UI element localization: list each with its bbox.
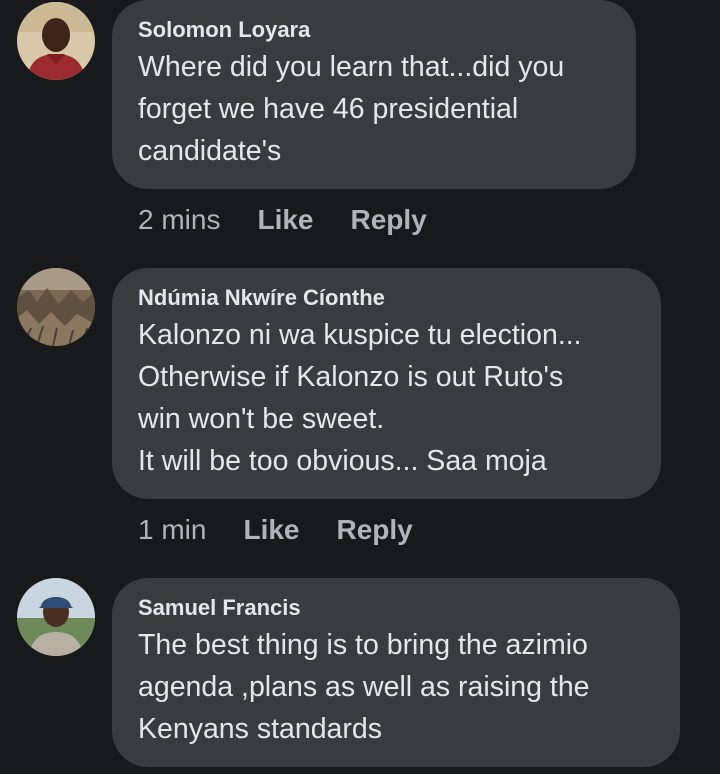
comment-bubble: Solomon Loyara Where did you learn that.…	[112, 0, 636, 189]
comment-bubble: Ndúmia Nkwíre Cíonthe Kalonzo ni wa kusp…	[112, 268, 661, 499]
user-photo-icon	[17, 268, 95, 346]
comment-text: Kalonzo ni wa kuspice tu election... Oth…	[138, 319, 582, 477]
comment-actions: 1 min Like Reply	[138, 514, 413, 546]
comment-bubble: Samuel Francis The best thing is to brin…	[112, 578, 680, 767]
comment-timestamp[interactable]: 2 mins	[138, 204, 220, 236]
reply-button[interactable]: Reply	[337, 514, 413, 546]
comment-author[interactable]: Samuel Francis	[138, 594, 654, 622]
avatar-ndumia-nkwire-cionthe[interactable]	[17, 268, 95, 346]
user-photo-icon	[17, 578, 95, 656]
comment-author[interactable]: Ndúmia Nkwíre Cíonthe	[138, 284, 635, 312]
like-button[interactable]: Like	[243, 514, 299, 546]
avatar-samuel-francis[interactable]	[17, 578, 95, 656]
like-button[interactable]: Like	[257, 204, 313, 236]
user-photo-icon	[17, 2, 95, 80]
comment-actions: 2 mins Like Reply	[138, 204, 427, 236]
comment-author[interactable]: Solomon Loyara	[138, 16, 610, 44]
avatar-solomon-loyara[interactable]	[17, 2, 95, 80]
reply-button[interactable]: Reply	[351, 204, 427, 236]
comments-thread: Solomon Loyara Where did you learn that.…	[0, 0, 720, 774]
comment-timestamp[interactable]: 1 min	[138, 514, 206, 546]
comment-text: The best thing is to bring the azimio ag…	[138, 629, 590, 745]
comment-text: Where did you learn that...did you forge…	[138, 51, 565, 167]
